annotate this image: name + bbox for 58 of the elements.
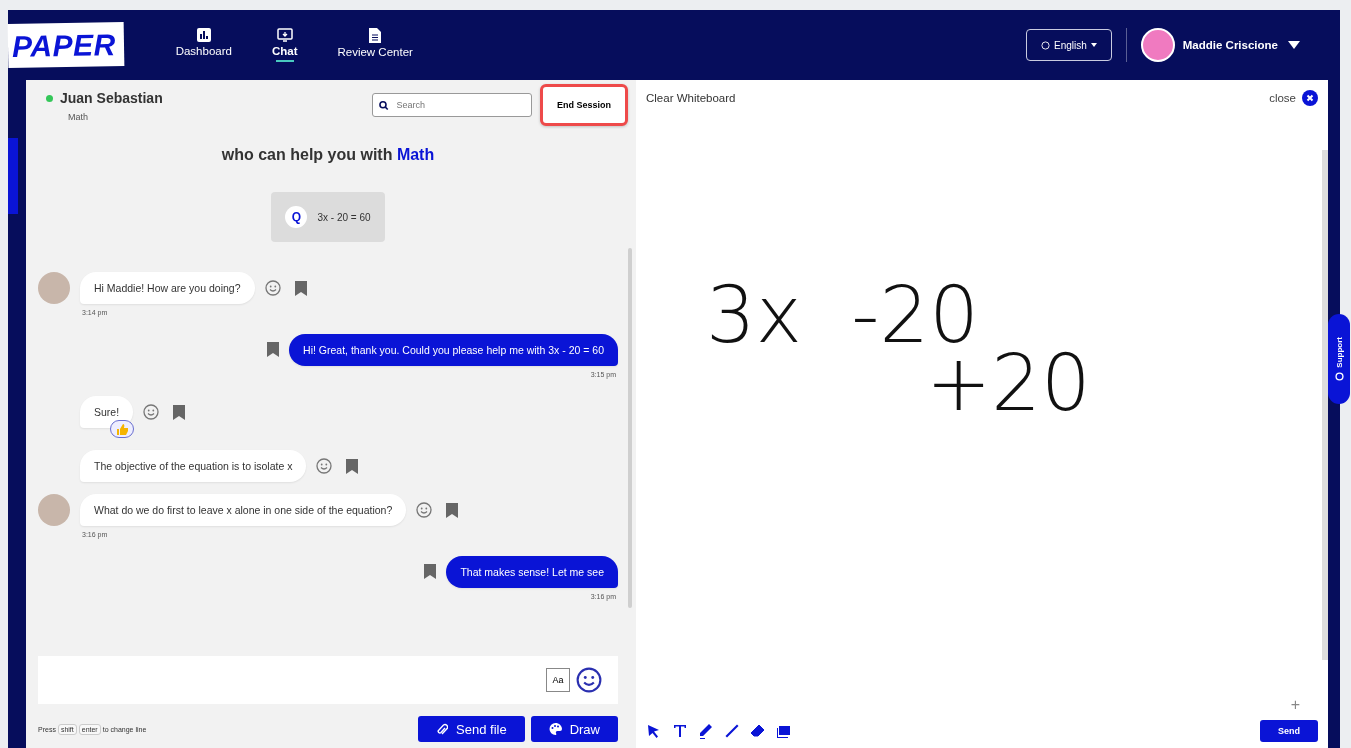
format-button[interactable]: Aa <box>546 668 570 692</box>
support-tab[interactable]: Support <box>1328 314 1350 404</box>
thumbs-up-icon <box>116 423 128 435</box>
logo: PAPER <box>7 22 124 68</box>
clear-whiteboard-button[interactable]: Clear Whiteboard <box>646 92 736 104</box>
end-session-button[interactable]: End Session <box>540 84 628 126</box>
nav-tab[interactable]: Review Center <box>325 17 425 73</box>
line-tool-icon[interactable] <box>724 723 740 739</box>
chat-bubble-icon <box>1334 371 1344 381</box>
paperclip-icon <box>436 722 449 736</box>
scrollbar[interactable] <box>628 248 632 608</box>
chart-icon <box>196 28 211 42</box>
message-bubble: That makes sense! Let me see <box>446 556 618 588</box>
document-icon <box>369 27 382 43</box>
search-icon <box>379 99 389 111</box>
message-input[interactable]: Aa <box>38 656 618 704</box>
close-button[interactable]: close <box>1269 90 1318 106</box>
intro-heading: who can help you with Math <box>220 146 436 164</box>
language-dropdown[interactable]: English <box>1025 29 1112 61</box>
question-badge: Q <box>285 206 308 228</box>
nav-tab[interactable]: Chat <box>259 18 310 72</box>
message-bubble: Hi! Great, thank you. Could you please help me with 3x - 20 = 60 <box>289 334 618 366</box>
user-name: Maddie Criscione <box>1182 39 1278 51</box>
bookmark-icon[interactable] <box>446 502 459 518</box>
close-icon <box>1302 90 1318 106</box>
avatar <box>1140 28 1175 62</box>
image-icon[interactable] <box>776 723 792 739</box>
message-bubble: What do we do first to leave x alone in one side of the equation? <box>80 494 407 526</box>
bookmark-icon[interactable] <box>267 342 280 357</box>
caret-icon[interactable] <box>1288 41 1300 49</box>
message-bubble: The objective of the equation is to isolate x <box>80 450 307 482</box>
bookmark-icon[interactable] <box>173 404 186 420</box>
nav-tab[interactable]: Dashboard <box>163 18 244 72</box>
bookmark-icon[interactable] <box>424 564 437 579</box>
message-bubble: Hi Maddie! How are you doing? <box>80 272 255 304</box>
zoom-button[interactable]: + <box>1290 696 1300 714</box>
smiley-icon[interactable] <box>576 667 602 693</box>
scrollbar[interactable] <box>1322 150 1328 660</box>
question-text: 3x - 20 = 60 <box>317 211 371 223</box>
pencil-icon[interactable] <box>698 723 714 739</box>
bookmark-icon[interactable] <box>294 280 307 296</box>
palette-icon <box>548 723 562 735</box>
reaction-badge[interactable] <box>110 420 134 438</box>
whiteboard[interactable]: Clear Whiteboard close 3x -20 +20 + Send <box>636 80 1328 748</box>
eraser-icon[interactable] <box>750 723 766 739</box>
caret-icon <box>1090 43 1097 47</box>
monitor-icon <box>276 28 293 42</box>
search-field[interactable]: Search <box>372 93 532 117</box>
send-button[interactable]: Send <box>1260 720 1318 742</box>
send-file-button[interactable]: Send file <box>418 716 525 742</box>
globe-icon <box>1040 40 1050 50</box>
text-tool-icon[interactable] <box>672 723 688 739</box>
contact-name: Juan Sebastian <box>60 90 163 106</box>
bookmark-icon[interactable] <box>346 458 359 474</box>
message-bubble: Sure! <box>80 396 134 428</box>
search-input[interactable]: Search <box>394 99 525 111</box>
draw-button[interactable]: Draw <box>530 716 618 742</box>
subject-label: Math <box>68 112 89 122</box>
